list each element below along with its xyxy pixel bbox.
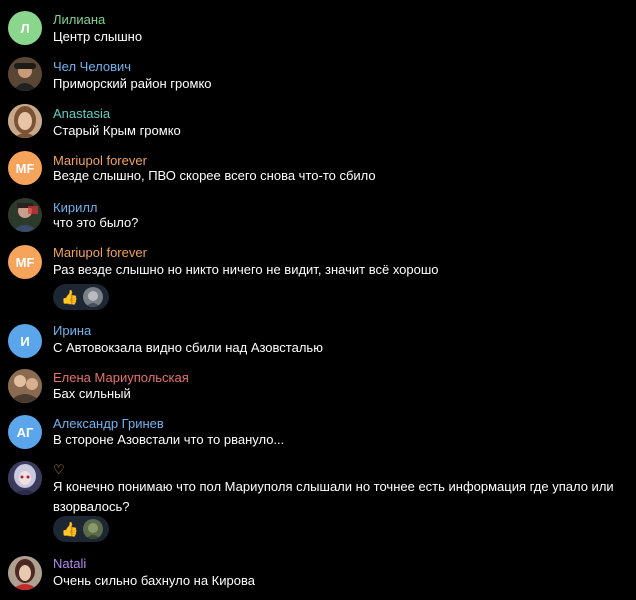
avatar[interactable] bbox=[8, 104, 42, 138]
avatar[interactable]: MF bbox=[8, 151, 42, 185]
avatar-photo bbox=[8, 57, 42, 91]
avatar-initials: Л bbox=[20, 20, 30, 36]
message-text: Раз везде слышно но никто ничего не види… bbox=[53, 262, 439, 277]
avatar[interactable] bbox=[8, 461, 42, 495]
message-text: что это было? bbox=[53, 215, 139, 230]
avatar[interactable] bbox=[8, 57, 42, 91]
message-text: В стороне Азовстали что то рвануло... bbox=[53, 432, 285, 447]
sender-name[interactable]: Mariupol forever bbox=[53, 245, 147, 261]
message-text: Я конечно понимаю что пол Мариуполя слыш… bbox=[53, 479, 614, 514]
avatar-initials: MF bbox=[15, 254, 35, 270]
avatar[interactable]: MF bbox=[8, 245, 42, 279]
message-text: Центр слышно bbox=[53, 29, 143, 44]
avatar[interactable]: Л bbox=[8, 11, 42, 45]
sender-name[interactable]: Ирина bbox=[53, 323, 91, 339]
avatar-photo bbox=[8, 461, 42, 495]
avatar-photo bbox=[8, 369, 42, 403]
thumbs-up-reaction-icon[interactable]: 👍 bbox=[61, 521, 79, 537]
avatar-photo bbox=[8, 104, 42, 138]
avatar-initials: MF bbox=[15, 160, 35, 176]
reactions-bar[interactable]: 👍 bbox=[53, 516, 109, 542]
thumbs-up-reaction-icon[interactable]: 👍 bbox=[61, 289, 79, 305]
avatar[interactable] bbox=[8, 556, 42, 590]
avatar[interactable]: И bbox=[8, 324, 42, 358]
sender-name[interactable]: Лилиана bbox=[53, 12, 105, 28]
reactor-avatar bbox=[83, 287, 103, 307]
avatar-photo bbox=[8, 556, 42, 590]
sender-name[interactable]: Anastasia bbox=[53, 106, 110, 122]
avatar-photo bbox=[8, 198, 42, 232]
reactions-bar[interactable]: 👍 bbox=[53, 284, 109, 310]
avatar[interactable] bbox=[8, 198, 42, 232]
message-text: Старый Крым громко bbox=[53, 123, 181, 138]
avatar-initials: АГ bbox=[16, 424, 34, 440]
chat-message-list: Л Лилиана Центр слышно Чел Челович Примо… bbox=[0, 0, 636, 600]
message-text: Очень сильно бахнуло на Кирова bbox=[53, 573, 255, 588]
avatar[interactable] bbox=[8, 369, 42, 403]
sender-name[interactable]: ♡ bbox=[53, 462, 65, 478]
sender-name[interactable]: Чел Челович bbox=[53, 59, 131, 75]
avatar[interactable]: АГ bbox=[8, 415, 42, 449]
message-text: С Автовокзала видно сбили над Азовсталью bbox=[53, 340, 323, 355]
message-text: Бах сильный bbox=[53, 386, 131, 401]
message-text: Приморский район громко bbox=[53, 76, 212, 91]
sender-name[interactable]: Natali bbox=[53, 556, 86, 572]
message-text: Везде слышно, ПВО скорее всего снова что… bbox=[53, 168, 376, 183]
reactor-avatar bbox=[83, 519, 103, 539]
avatar-initials: И bbox=[20, 333, 30, 349]
